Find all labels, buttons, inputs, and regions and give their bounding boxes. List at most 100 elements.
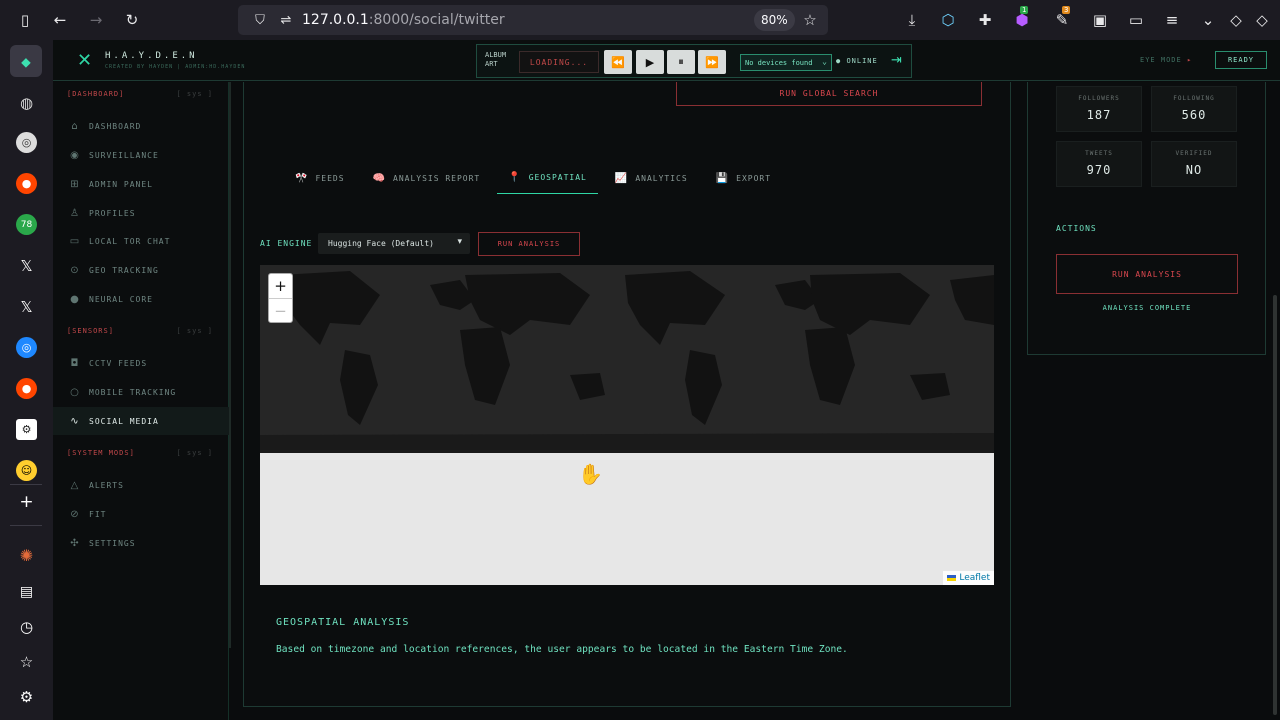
- nav-neural-core[interactable]: ● NEURAL CORE: [53, 285, 229, 313]
- sidebar-toggle-icon[interactable]: ▯: [15, 10, 35, 30]
- nav-admin-panel[interactable]: ⊞ ADMIN PANEL: [53, 170, 229, 198]
- x-twitter-icon-2[interactable]: 𝕏: [16, 296, 37, 317]
- more-diamond-icon[interactable]: ◇: [1252, 10, 1272, 30]
- map-tiles[interactable]: [260, 265, 994, 453]
- camera-icon: ◘: [70, 357, 80, 369]
- settings-app-icon[interactable]: ⚙: [16, 419, 37, 440]
- gear-icon[interactable]: ⚙: [16, 686, 37, 707]
- spiral-icon[interactable]: ◎: [16, 337, 37, 358]
- home-icon: ⌂: [71, 120, 79, 132]
- bookmarks-icon[interactable]: ☆: [16, 651, 37, 672]
- bookmark-star-icon[interactable]: ☆: [800, 10, 820, 30]
- logo-subtitle: CREATED BY HAYDEN | ADMIN:HD.HAYDEN: [105, 64, 246, 70]
- sidebar-divider: [10, 484, 42, 485]
- reddit-icon-2[interactable]: ●: [16, 378, 37, 399]
- nav-mobile-tracking[interactable]: ○ MOBILE TRACKING: [53, 378, 229, 406]
- landmass-shapes: [260, 271, 994, 453]
- badge-78-icon[interactable]: 78: [16, 214, 37, 235]
- section-sensors: [SENSORS] [ sys ]: [67, 327, 213, 335]
- zoom-in-button[interactable]: +: [269, 274, 292, 298]
- container-icon[interactable]: ▣: [1090, 10, 1110, 30]
- app-icon[interactable]: ◆: [10, 45, 42, 77]
- stat-value: 187: [1086, 108, 1112, 122]
- logout-icon[interactable]: ⇥: [891, 53, 902, 68]
- run-analysis-action-button[interactable]: RUN ANALYSIS: [1056, 254, 1238, 294]
- rewind-button[interactable]: ⏪: [604, 50, 632, 74]
- url-text[interactable]: 127.0.0.1:8000/social/twitter: [302, 12, 505, 28]
- nav-label: DASHBOARD: [89, 121, 142, 131]
- nav-alerts[interactable]: △ ALERTS: [53, 471, 229, 499]
- nav-label: PROFILES: [89, 208, 136, 218]
- sys-tag: [ sys ]: [176, 449, 213, 457]
- device-select[interactable]: No devices found ⌄: [740, 54, 832, 71]
- section-dashboard-title: [DASHBOARD]: [67, 90, 125, 98]
- nav-surveillance[interactable]: ◉ SURVEILLANCE: [53, 141, 229, 169]
- caret-down-icon: ▾: [457, 237, 462, 247]
- tab-export[interactable]: 💾 EXPORT: [705, 162, 782, 194]
- sidebar-view-icon[interactable]: ▭: [1126, 10, 1146, 30]
- extension-badge-green: 1: [1020, 6, 1029, 14]
- huggingface-icon[interactable]: ☺: [16, 460, 37, 481]
- tab-analytics[interactable]: 📈 ANALYTICS: [604, 162, 699, 194]
- back-icon[interactable]: ←: [50, 10, 70, 30]
- page-scrollbar[interactable]: [1273, 295, 1277, 715]
- nav-local-tor-chat[interactable]: ▭ LOCAL TOR CHAT: [53, 227, 229, 255]
- online-status: ● ONLINE: [836, 57, 878, 65]
- map-attribution[interactable]: Leaflet: [943, 571, 994, 585]
- chevron-down-icon[interactable]: ⌄: [1198, 10, 1218, 30]
- alert-icon: △: [70, 479, 80, 491]
- analysis-status: ANALYSIS COMPLETE: [1102, 304, 1192, 312]
- nav-fit[interactable]: ⊘ FIT: [53, 500, 229, 528]
- run-global-search-button[interactable]: RUN GLOBAL SEARCH: [676, 82, 982, 106]
- nav-dashboard[interactable]: ⌂ DASHBOARD: [53, 112, 229, 140]
- play-button[interactable]: ▶: [636, 50, 664, 74]
- reload-icon[interactable]: ↻: [122, 10, 142, 30]
- target-icon[interactable]: ◎: [16, 132, 37, 153]
- shield-icon[interactable]: ⛉: [250, 10, 270, 30]
- stat-label: VERIFIED: [1175, 150, 1213, 157]
- stat-value: NO: [1185, 163, 1203, 177]
- ready-button[interactable]: READY: [1215, 51, 1267, 69]
- nav-profiles[interactable]: ♙ PROFILES: [53, 199, 229, 227]
- geo-map[interactable]: + − ✋ Leaflet: [260, 265, 994, 585]
- diamond-icon[interactable]: ◇: [1226, 10, 1246, 30]
- ai-engine-select[interactable]: Hugging Face (Default) ▾: [318, 233, 470, 254]
- save-icon[interactable]: ▤: [16, 581, 37, 602]
- chat-icon: ▭: [69, 235, 81, 247]
- puzzle-extension-icon[interactable]: ✚: [975, 10, 995, 30]
- tab-geospatial[interactable]: 📍 GEOSPATIAL: [497, 162, 598, 194]
- download-icon[interactable]: ⤓: [902, 10, 922, 30]
- activity-icon: ∿: [70, 415, 80, 427]
- url-bar[interactable]: ⛉ ⇌ 127.0.0.1:8000/social/twitter: [238, 5, 828, 35]
- leaflet-link[interactable]: Leaflet: [959, 573, 990, 583]
- tab-feeds[interactable]: 🎌 FEEDS: [284, 162, 356, 194]
- nav-cctv-feeds[interactable]: ◘ CCTV FEEDS: [53, 349, 229, 377]
- cube-extension-icon[interactable]: ⬡: [938, 10, 958, 30]
- x-twitter-icon[interactable]: 𝕏: [16, 255, 37, 276]
- nav-settings[interactable]: ✣ SETTINGS: [53, 529, 229, 557]
- eye-mode-toggle[interactable]: EYE MODE ▸: [1140, 56, 1192, 64]
- search-icon: ○: [70, 386, 80, 398]
- pause-button[interactable]: ⏸: [667, 50, 695, 74]
- add-icon[interactable]: +: [16, 491, 37, 512]
- tab-label: ANALYSIS REPORT: [393, 173, 481, 183]
- zoom-level-badge[interactable]: 80%: [754, 9, 795, 31]
- history-icon[interactable]: ◷: [16, 616, 37, 637]
- ai-engine-label: AI ENGINE: [260, 239, 313, 248]
- globe-icon[interactable]: ◍: [16, 92, 37, 113]
- spark-icon[interactable]: ✺: [16, 545, 37, 566]
- nav-social-media[interactable]: ∿ SOCIAL MEDIA: [53, 407, 229, 435]
- chevron-down-icon: ⌄: [822, 57, 827, 66]
- reddit-icon[interactable]: ●: [16, 173, 37, 194]
- site-info-icon[interactable]: ⇌: [276, 10, 296, 30]
- menu-icon[interactable]: ≡: [1162, 10, 1182, 30]
- zoom-out-button[interactable]: −: [269, 298, 292, 322]
- forward-icon[interactable]: →: [86, 10, 106, 30]
- brain-icon: ●: [70, 293, 80, 305]
- nav-label: SETTINGS: [89, 538, 136, 548]
- fast-forward-button[interactable]: ⏩: [698, 50, 726, 74]
- nav-geo-tracking[interactable]: ⊙ GEO TRACKING: [53, 256, 229, 284]
- tab-analysis-report[interactable]: 🧠 ANALYSIS REPORT: [362, 162, 492, 194]
- logo-title: H.A.Y.D.E.N: [105, 51, 198, 61]
- run-analysis-button[interactable]: RUN ANALYSIS: [478, 232, 580, 256]
